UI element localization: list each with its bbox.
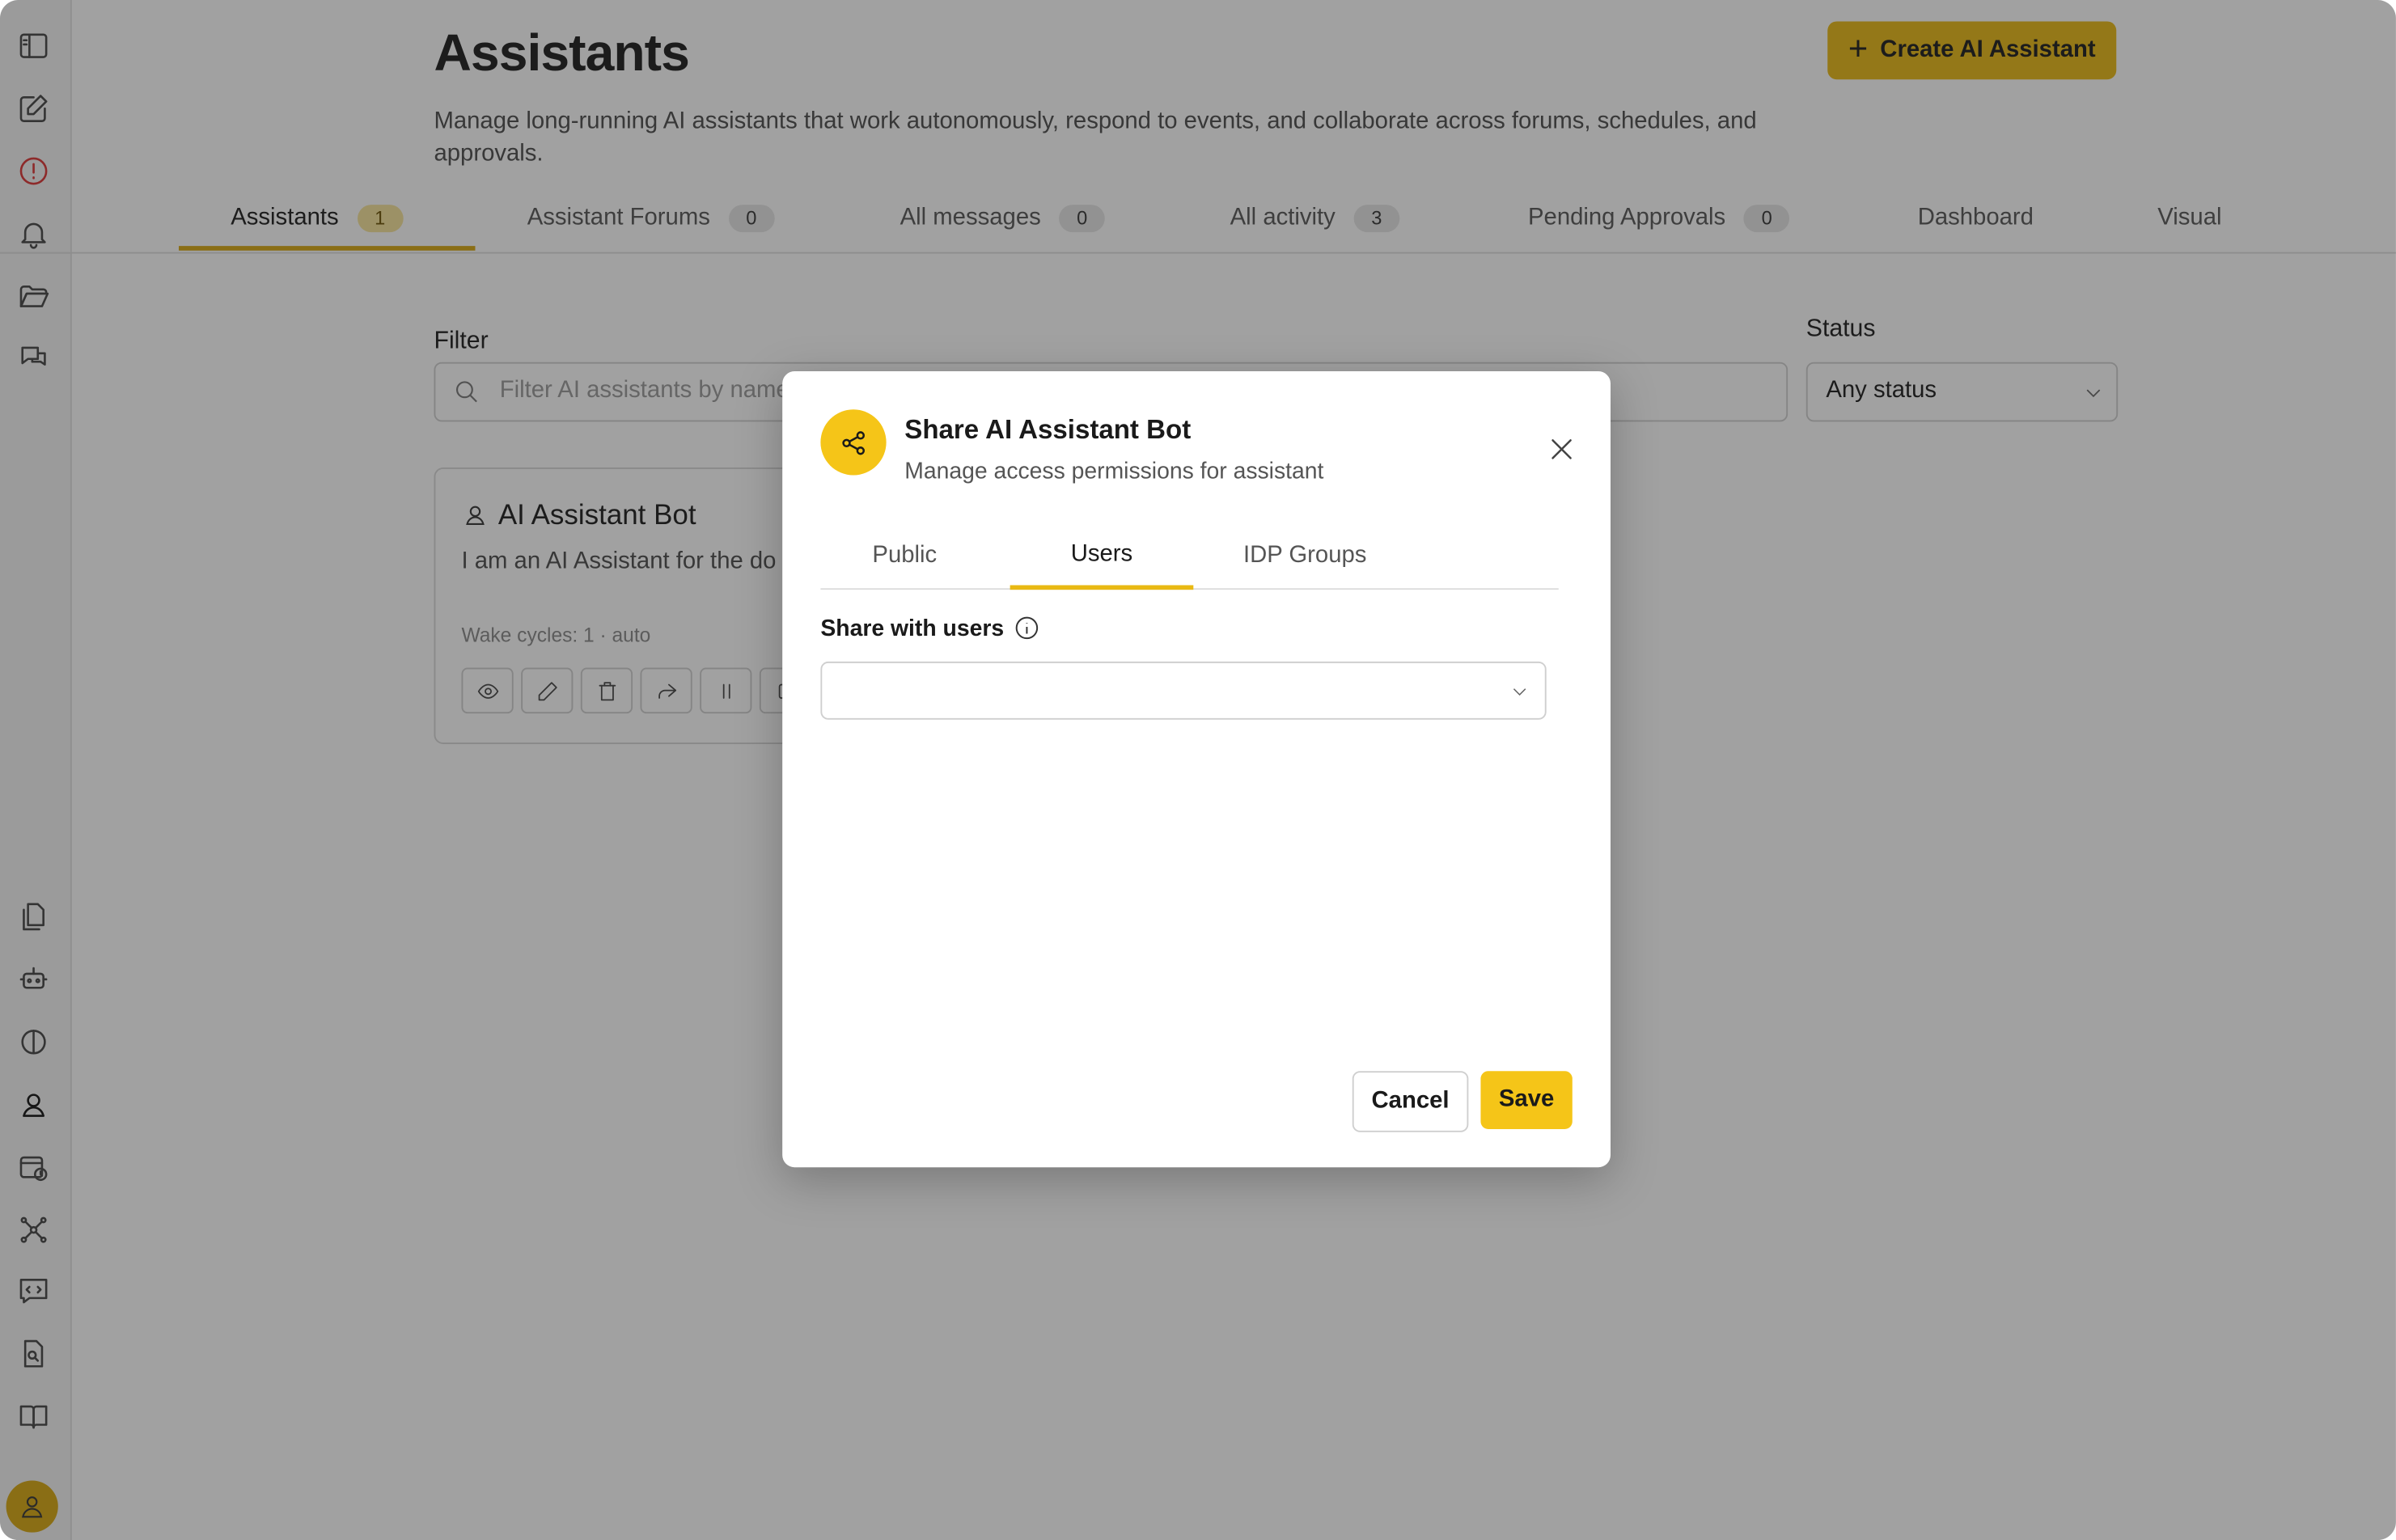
save-button[interactable]: Save <box>1480 1071 1573 1129</box>
users-select[interactable] <box>820 661 1547 720</box>
info-icon[interactable] <box>1013 614 1040 641</box>
dialog-tab-bar: Public Users IDP Groups <box>820 524 1559 590</box>
tab-users[interactable]: Users <box>1010 524 1194 590</box>
tab-idp-groups[interactable]: IDP Groups <box>1218 524 1392 588</box>
share-with-users-label: Share with users <box>820 614 1040 641</box>
share-icon <box>820 409 887 476</box>
share-with-users-text: Share with users <box>820 615 1005 641</box>
dialog-subtitle: Manage access permissions for assistant <box>904 458 1324 484</box>
tab-public[interactable]: Public <box>820 524 988 588</box>
close-button[interactable] <box>1547 434 1577 464</box>
chevron-down-icon <box>1513 688 1526 696</box>
share-dialog: Share AI Assistant Bot Manage access per… <box>782 371 1611 1168</box>
close-icon <box>1551 439 1572 459</box>
dialog-title: Share AI Assistant Bot <box>904 413 1192 445</box>
app-window: Assistants Manage long-running AI assist… <box>0 0 2396 1540</box>
cancel-button[interactable]: Cancel <box>1352 1071 1469 1132</box>
